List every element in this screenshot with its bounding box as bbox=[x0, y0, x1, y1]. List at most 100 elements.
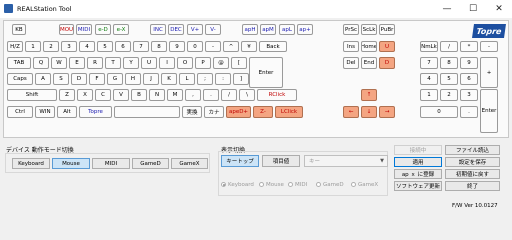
key-bksp[interactable]: Back bbox=[259, 41, 287, 52]
key-x[interactable]: X bbox=[77, 89, 93, 101]
key-3[interactable]: 3 bbox=[61, 41, 77, 52]
key-np5[interactable]: 5 bbox=[440, 73, 458, 85]
key-kb[interactable]: KB bbox=[12, 24, 26, 35]
key-v-plus[interactable]: V+ bbox=[187, 24, 203, 35]
key-left[interactable]: ← bbox=[343, 106, 359, 118]
mode-gamex-button[interactable]: GameX bbox=[171, 158, 208, 169]
key-prsc[interactable]: PrSc bbox=[343, 24, 359, 35]
file-read-button[interactable]: ファイル読込 bbox=[445, 145, 500, 155]
key-win[interactable]: WIN bbox=[35, 106, 55, 118]
key-np9[interactable]: 9 bbox=[460, 57, 478, 69]
key-midi[interactable]: MIDI bbox=[76, 24, 92, 35]
key-enter[interactable]: Enter bbox=[249, 57, 283, 88]
key-aph[interactable]: apH bbox=[242, 24, 258, 35]
key-np-plus[interactable]: + bbox=[480, 57, 498, 88]
key-4[interactable]: 4 bbox=[79, 41, 95, 52]
key-apm[interactable]: apM bbox=[260, 24, 276, 35]
key-np2[interactable]: 2 bbox=[440, 89, 458, 101]
key-np3[interactable]: 3 bbox=[460, 89, 478, 101]
save-settings-button[interactable]: 設定を保存 bbox=[445, 157, 500, 167]
key-alt[interactable]: Alt bbox=[57, 106, 77, 118]
key-9[interactable]: 9 bbox=[169, 41, 185, 52]
key-dec[interactable]: DEC bbox=[168, 24, 184, 35]
key-6[interactable]: 6 bbox=[115, 41, 131, 52]
key-z[interactable]: Z bbox=[59, 89, 75, 101]
radio-midi[interactable]: MIDI bbox=[288, 180, 307, 189]
key-slash[interactable]: / bbox=[221, 89, 237, 101]
key-e-d[interactable]: e-D bbox=[95, 24, 111, 35]
key-np-star[interactable]: * bbox=[460, 41, 478, 52]
key-hz[interactable]: H/Z bbox=[7, 41, 23, 52]
apply-button[interactable]: 適用 bbox=[394, 157, 442, 167]
key-right[interactable]: → bbox=[379, 106, 395, 118]
key-space[interactable] bbox=[114, 106, 180, 118]
key-t[interactable]: T bbox=[105, 57, 121, 69]
firmware-update-button[interactable]: ソフトウェア更新 bbox=[394, 181, 442, 191]
exit-button[interactable]: 終了 bbox=[445, 181, 500, 191]
key-ap-plus[interactable]: ap+ bbox=[297, 24, 313, 35]
display-type-select[interactable]: キー ▼ bbox=[304, 155, 388, 167]
key-henkan[interactable]: 実換 bbox=[182, 106, 202, 118]
key-r[interactable]: R bbox=[87, 57, 103, 69]
key-minus[interactable]: - bbox=[205, 41, 221, 52]
radio-gamed[interactable]: GameD bbox=[316, 180, 344, 189]
key-numlk[interactable]: NmLk bbox=[420, 41, 438, 52]
key-period[interactable]: . bbox=[203, 89, 219, 101]
key-e[interactable]: E bbox=[69, 57, 85, 69]
radio-keyboard[interactable]: Keyboard bbox=[221, 180, 254, 189]
key-pgup[interactable]: U bbox=[379, 41, 395, 52]
key-inc[interactable]: INC bbox=[150, 24, 166, 35]
close-button[interactable]: ✕ bbox=[486, 2, 512, 16]
key-a[interactable]: A bbox=[35, 73, 51, 85]
key-w[interactable]: W bbox=[51, 57, 67, 69]
mode-mouse-button[interactable]: Mouse bbox=[52, 158, 90, 169]
key-np4[interactable]: 4 bbox=[420, 73, 438, 85]
minimize-button[interactable]: — bbox=[434, 2, 460, 16]
key-kana[interactable]: カナ bbox=[204, 106, 224, 118]
key-up[interactable]: ↑ bbox=[361, 89, 377, 101]
key-sclk[interactable]: ScLk bbox=[361, 24, 377, 35]
key-tab[interactable]: TAB bbox=[7, 57, 31, 69]
key-j[interactable]: J bbox=[143, 73, 159, 85]
key-f[interactable]: F bbox=[89, 73, 105, 85]
mode-keyboard-button[interactable]: Keyboard bbox=[12, 158, 50, 169]
key-lshift[interactable]: Shift bbox=[7, 89, 57, 101]
key-np-minus[interactable]: - bbox=[480, 41, 498, 52]
reset-default-button[interactable]: 初期値に戻す bbox=[445, 169, 500, 179]
key-u[interactable]: U bbox=[141, 57, 157, 69]
key-colon[interactable]: : bbox=[215, 73, 231, 85]
key-y[interactable]: Y bbox=[123, 57, 139, 69]
key-v-minus[interactable]: V- bbox=[205, 24, 221, 35]
ap-register-button[interactable]: ap ｘ に登録 bbox=[394, 169, 442, 179]
key-np-dot[interactable]: . bbox=[460, 106, 478, 118]
key-2[interactable]: 2 bbox=[43, 41, 59, 52]
key-i[interactable]: I bbox=[159, 57, 175, 69]
key-np-slash[interactable]: / bbox=[440, 41, 458, 52]
key-mou[interactable]: MOU bbox=[59, 24, 74, 35]
key-yen[interactable]: ¥ bbox=[241, 41, 257, 52]
key-ins[interactable]: Ins bbox=[343, 41, 359, 52]
key-lclick[interactable]: LClick bbox=[275, 106, 303, 118]
key-h[interactable]: H bbox=[125, 73, 141, 85]
key-np7[interactable]: 7 bbox=[420, 57, 438, 69]
key-backslash[interactable]: \ bbox=[239, 89, 255, 101]
key-s[interactable]: S bbox=[53, 73, 69, 85]
radio-mouse[interactable]: Mouse bbox=[259, 180, 284, 189]
key-apl[interactable]: apL bbox=[279, 24, 295, 35]
key-rbracket[interactable]: ] bbox=[233, 73, 249, 85]
key-caps[interactable]: Caps bbox=[7, 73, 33, 85]
key-down[interactable]: ↓ bbox=[361, 106, 377, 118]
key-m[interactable]: M bbox=[167, 89, 183, 101]
key-lbracket[interactable]: [ bbox=[231, 57, 247, 69]
key-e-x[interactable]: e-X bbox=[113, 24, 129, 35]
key-5[interactable]: 5 bbox=[97, 41, 113, 52]
maximize-button[interactable]: ☐ bbox=[460, 2, 486, 16]
key-del[interactable]: Del bbox=[343, 57, 359, 69]
key-np-enter[interactable]: Enter bbox=[480, 89, 498, 133]
key-caret[interactable]: ^ bbox=[223, 41, 239, 52]
keytop-button[interactable]: キートップ bbox=[221, 155, 259, 167]
key-z-minus[interactable]: Z- bbox=[253, 106, 273, 118]
key-7[interactable]: 7 bbox=[133, 41, 149, 52]
key-c[interactable]: C bbox=[95, 89, 111, 101]
key-end[interactable]: End bbox=[361, 57, 377, 69]
